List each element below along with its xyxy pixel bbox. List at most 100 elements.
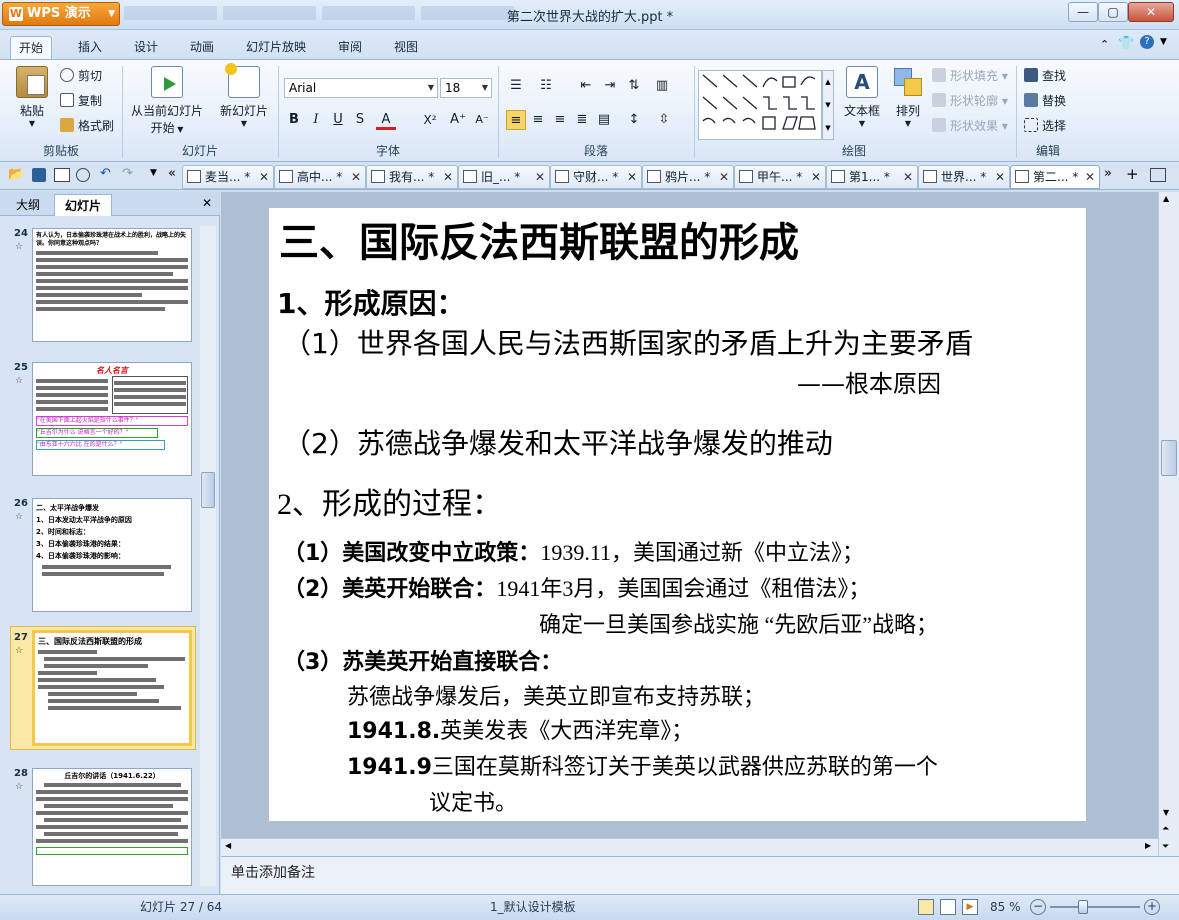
scroll-down-icon[interactable]: ▼ [1163,808,1169,817]
format-painter-button[interactable]: 格式刷 [60,116,114,136]
close-icon[interactable]: ✕ [202,196,212,210]
align-left-icon[interactable]: ≡ [506,110,526,130]
replace-button[interactable]: 替换 [1024,91,1066,111]
justify-icon[interactable]: ≣ [572,110,592,130]
slide-thumbnail[interactable]: 名人名言 "在美国下面上起火焰是指什么事件？" "丘吉尔为什么 说格言一个好的？… [32,362,192,476]
doc-tab[interactable]: 世界... * ✕ [918,165,1010,189]
align-center-icon[interactable]: ≡ [528,110,548,130]
superscript-button[interactable]: X² [420,110,440,130]
print-icon[interactable] [54,168,70,182]
shape-effects-button[interactable]: 形状效果 ▾ [932,116,1008,136]
open-icon[interactable]: 📂 [8,167,24,182]
zoom-slider[interactable] [1050,906,1140,908]
shrink-font-button[interactable]: A⁻ [472,110,492,130]
print-preview-icon[interactable] [76,168,90,182]
slide-thumbnail[interactable]: 二、太平洋战争爆发 1、日本发动太平洋战争的原因 2、时间和标志： 3、日本偷袭… [32,498,192,612]
decrease-indent-icon[interactable]: ⇤ [576,76,596,96]
columns-icon[interactable]: ▥ [652,76,672,96]
tab-view[interactable]: 视图 [386,36,426,60]
doc-tab[interactable]: 我有... * ✕ [366,165,458,189]
zoom-out-icon[interactable]: − [1030,899,1046,915]
scroll-tabs-right-icon[interactable]: » [1104,166,1112,181]
shadow-button[interactable]: S [350,110,370,130]
scroll-right-icon[interactable]: ▶ [1145,841,1151,850]
tab-outline[interactable]: 大纲 [6,194,50,216]
close-button[interactable]: ✕ [1128,2,1174,22]
new-tab-icon[interactable]: + [1126,165,1139,183]
undo-icon[interactable]: ↶ [100,166,111,181]
close-icon[interactable]: ✕ [443,166,453,188]
doc-tab[interactable]: 麦当... * ✕ [182,165,274,189]
gallery-scroll[interactable]: ▲ ▼ ▼ [822,70,834,140]
line-spacing-icon[interactable]: ↕ [624,110,644,130]
close-icon[interactable]: ✕ [995,166,1005,188]
wps-menu-button[interactable]: W WPS 演示 ▼ [2,2,120,26]
slides-pane-scrollbar[interactable] [200,226,216,886]
doc-tab[interactable]: 旧_... * ✕ [458,165,550,189]
doc-tab-active[interactable]: 第二... * ✕ [1010,165,1100,189]
italic-button[interactable]: I [306,110,326,130]
text-direction-icon[interactable]: ⇅ [624,76,644,96]
bullets-icon[interactable]: ☰ [506,76,526,96]
tab-slides[interactable]: 幻灯片 [54,194,113,216]
doc-tab[interactable]: 鸦片... * ✕ [642,165,734,189]
skin-icon[interactable]: 👕 [1118,36,1134,51]
close-icon[interactable]: ✕ [627,166,637,188]
chevron-down-icon[interactable]: ▼ [1160,37,1167,47]
close-icon[interactable]: ✕ [903,166,913,188]
shape-outline-button[interactable]: 形状轮廓 ▾ [932,91,1008,111]
scroll-up-icon[interactable]: ▲ [1163,194,1169,203]
scrollbar-thumb[interactable] [201,472,215,508]
close-icon[interactable]: ✕ [811,166,821,188]
tab-animation[interactable]: 动画 [182,36,222,60]
previous-slide-icon[interactable]: ⏶ [1162,824,1169,834]
save-icon[interactable] [32,168,46,182]
customize-toolbar-icon[interactable]: ▼ [150,168,157,178]
redo-icon[interactable]: ↷ [122,166,133,181]
select-button[interactable]: 选择 [1024,116,1066,136]
window-list-icon[interactable] [1150,168,1166,182]
scroll-tabs-left-icon[interactable]: « [168,166,176,181]
doc-tab[interactable]: 高中... * ✕ [274,165,366,189]
close-icon[interactable]: ✕ [1085,166,1095,188]
increase-indent-icon[interactable]: ⇥ [600,76,620,96]
cut-button[interactable]: 剪切 [60,66,102,86]
tab-design[interactable]: 设计 [126,36,166,60]
tab-insert[interactable]: 插入 [70,36,110,60]
doc-tab[interactable]: 守财... * ✕ [550,165,642,189]
bold-button[interactable]: B [284,110,304,130]
tab-review[interactable]: 审阅 [330,36,370,60]
zoom-slider-handle[interactable] [1078,900,1088,914]
copy-button[interactable]: 复制 [60,91,102,111]
maximize-button[interactable]: ▢ [1098,2,1128,22]
align-right-icon[interactable]: ≡ [550,110,570,130]
editor-horizontal-scrollbar[interactable]: ◀ ▶ [221,838,1158,856]
zoom-in-icon[interactable]: + [1144,899,1160,915]
new-slide-button[interactable]: 新幻灯片 ▼ [214,63,274,128]
minimize-button[interactable]: — [1068,2,1098,22]
paragraph-spacing-icon[interactable]: ⇳ [654,110,674,130]
play-from-current-button[interactable]: 从当前幻灯片 开始 ▼ [128,66,206,136]
help-icon[interactable]: ? [1140,35,1154,49]
doc-tab[interactable]: 甲午... * ✕ [734,165,826,189]
font-size-select[interactable]: 18 ▼ [440,78,492,98]
tab-slideshow[interactable]: 幻灯片放映 [238,36,314,60]
close-icon[interactable]: ✕ [351,166,361,188]
underline-button[interactable]: U [328,110,348,130]
paste-button[interactable]: 粘贴 ▼ [10,66,54,128]
textbox-button[interactable]: A 文本框 ▼ [840,66,884,128]
close-icon[interactable]: ✕ [259,166,269,188]
scrollbar-thumb[interactable] [1161,440,1177,476]
font-name-select[interactable]: Arial ▼ [284,78,438,98]
slideshow-icon[interactable]: ▶ [962,899,978,915]
distribute-icon[interactable]: ▤ [594,110,614,130]
slide-thumbnail-selected[interactable]: 三、国际反法西斯联盟的形成 [32,630,192,746]
close-icon[interactable]: ✕ [535,166,545,188]
slide-thumbnail[interactable]: 有人认为，日本偷袭珍珠港在战术上的胜利，战略上的失误。你同意这种观点吗？ [32,228,192,342]
tab-home[interactable]: 开始 [10,36,53,60]
arrange-button[interactable]: 排列 ▼ [888,66,928,128]
scroll-left-icon[interactable]: ◀ [225,841,231,850]
find-button[interactable]: 查找 [1024,66,1066,86]
shape-fill-button[interactable]: 形状填充 ▾ [932,66,1008,86]
close-icon[interactable]: ✕ [719,166,729,188]
